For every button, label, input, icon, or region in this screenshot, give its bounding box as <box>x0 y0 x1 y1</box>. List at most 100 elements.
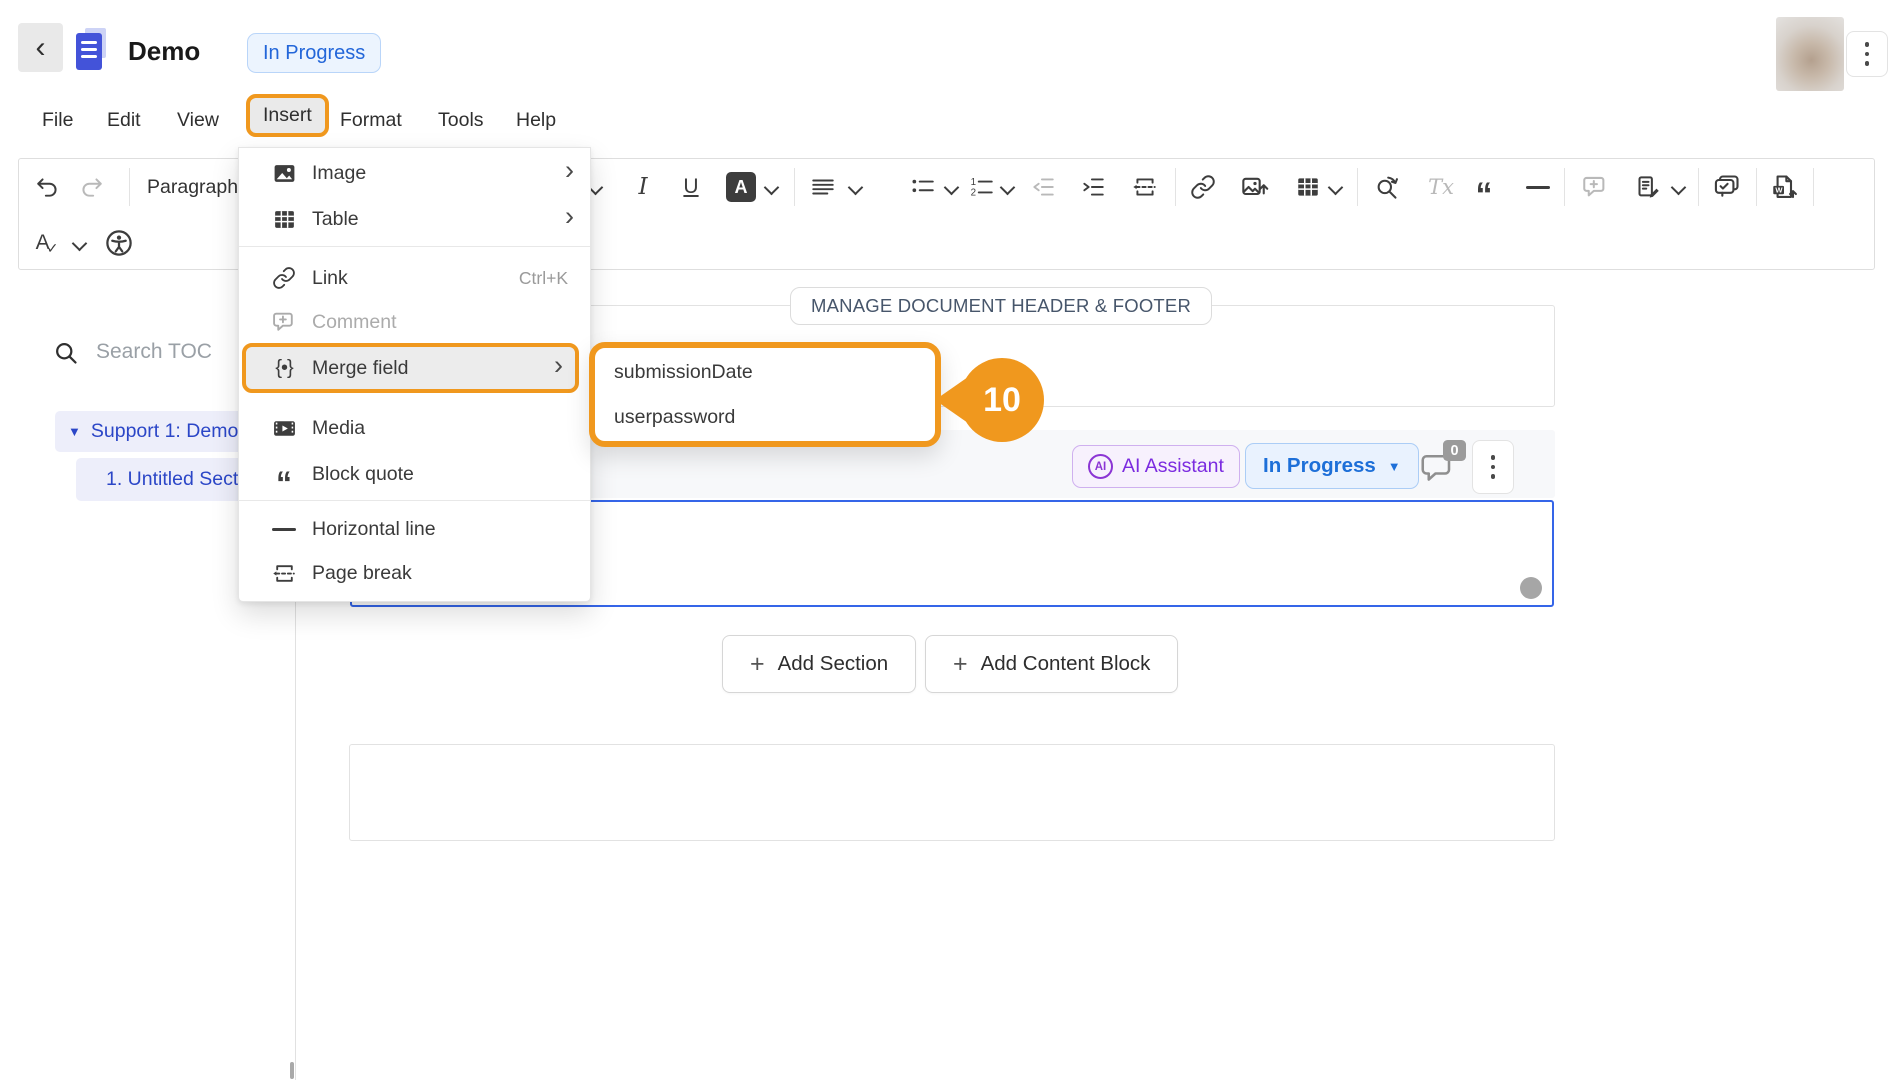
horizontal-line-icon <box>1526 186 1550 189</box>
document-footer-panel <box>349 744 1555 841</box>
document-icon-front-page <box>76 33 102 70</box>
block-quote-icon: “ <box>271 461 297 487</box>
insert-image-button[interactable] <box>1237 169 1273 205</box>
section-more-options-button[interactable] <box>1472 440 1514 494</box>
add-comment-icon <box>1582 174 1609 201</box>
bulleted-list-button[interactable] <box>905 169 941 205</box>
accessibility-icon <box>104 228 134 258</box>
word-import-icon: W <box>1770 173 1798 201</box>
align-chevron-icon[interactable] <box>848 180 864 196</box>
word-import-button[interactable]: W <box>1766 169 1802 205</box>
insert-menu-horizontal-line[interactable]: Horizontal line <box>239 506 590 552</box>
insert-table-button[interactable] <box>1290 169 1326 205</box>
font-style-chevron-icon[interactable] <box>72 236 88 252</box>
menu-edit[interactable]: Edit <box>107 109 141 132</box>
avatar[interactable] <box>1776 17 1844 91</box>
comment-plus-icon <box>271 309 297 335</box>
submenu-item-userpassword[interactable]: userpassword <box>595 395 935 440</box>
block-quote-button[interactable]: “ <box>1466 169 1502 205</box>
svg-text:1: 1 <box>971 177 976 188</box>
insert-table-chevron-icon[interactable] <box>1328 180 1344 196</box>
page-title: Demo <box>128 36 200 67</box>
outdent-button <box>1025 169 1061 205</box>
search-icon <box>53 340 80 367</box>
track-changes-chevron-icon[interactable] <box>1671 180 1687 196</box>
insert-menu-table[interactable]: Table › <box>239 196 590 242</box>
font-color-chevron-icon[interactable] <box>764 180 780 196</box>
align-justify-icon <box>810 174 836 200</box>
menu-insert[interactable]: Insert <box>246 94 329 137</box>
remove-format-button: Tx <box>1423 169 1459 205</box>
merge-field-submenu: submissionDate userpassword <box>589 342 941 447</box>
outdent-icon <box>1030 174 1056 200</box>
svg-text:2: 2 <box>971 188 976 199</box>
plus-icon: + <box>750 650 765 679</box>
toc-collapse-triangle-icon[interactable]: ▼ <box>68 424 81 439</box>
page-break-button[interactable] <box>1127 169 1163 205</box>
comments-archive-icon <box>1713 173 1741 201</box>
add-section-button[interactable]: + Add Section <box>722 635 916 693</box>
ai-assistant-button[interactable]: AI AI Assistant <box>1072 445 1240 488</box>
italic-button[interactable]: I <box>625 169 661 205</box>
back-button[interactable]: ‹ <box>18 23 63 72</box>
numbered-list-chevron-icon[interactable] <box>1000 180 1016 196</box>
font-color-icon: A <box>735 177 748 198</box>
redo-icon <box>78 174 104 200</box>
drag-handle-dot[interactable] <box>1520 577 1542 599</box>
font-color-button[interactable]: A <box>726 172 756 202</box>
find-replace-button[interactable] <box>1368 169 1404 205</box>
document-icon <box>76 28 108 72</box>
undo-button[interactable] <box>30 169 66 205</box>
comments-archive-button[interactable] <box>1709 169 1745 205</box>
page-break-icon <box>271 560 297 586</box>
add-content-block-button[interactable]: + Add Content Block <box>925 635 1178 693</box>
menu-view[interactable]: View <box>177 109 219 132</box>
bulleted-list-chevron-icon[interactable] <box>944 180 960 196</box>
insert-menu-block-quote[interactable]: “ Block quote <box>239 451 590 497</box>
menu-format[interactable]: Format <box>340 109 402 132</box>
sidebar-scrollbar[interactable] <box>290 1062 294 1079</box>
accessibility-button[interactable] <box>101 225 137 261</box>
menu-help[interactable]: Help <box>516 109 556 132</box>
indent-button[interactable] <box>1075 169 1111 205</box>
table-icon <box>1295 174 1321 200</box>
section-status-dropdown[interactable]: In Progress ▼ <box>1245 443 1419 489</box>
menu-file[interactable]: File <box>42 109 73 132</box>
font-style-check-button[interactable]: A ✓ <box>29 225 65 261</box>
submenu-arrow-icon: › <box>565 155 574 186</box>
submenu-arrow-icon: › <box>565 201 574 232</box>
bulleted-list-icon <box>910 174 936 200</box>
manage-header-footer-button[interactable]: MANAGE DOCUMENT HEADER & FOOTER <box>790 287 1212 325</box>
redo-button <box>73 169 109 205</box>
header-more-options-button[interactable] <box>1846 31 1888 77</box>
link-button[interactable] <box>1185 169 1221 205</box>
submenu-item-submission-date[interactable]: submissionDate <box>595 350 935 395</box>
underline-icon: U <box>683 175 698 199</box>
paragraph-style-dropdown[interactable]: Paragraph <box>147 176 238 199</box>
submenu-arrow-icon: › <box>554 350 563 381</box>
underline-button[interactable]: U <box>673 169 709 205</box>
remove-format-icon: Tx <box>1428 175 1454 199</box>
numbered-list-icon: 12 <box>969 174 995 200</box>
insert-menu-link[interactable]: Link Ctrl+K <box>239 255 590 301</box>
align-button[interactable] <box>805 169 841 205</box>
menu-tools[interactable]: Tools <box>438 109 484 132</box>
find-replace-icon <box>1373 174 1400 201</box>
track-changes-button[interactable] <box>1630 169 1666 205</box>
plus-icon: + <box>953 650 968 679</box>
horizontal-line-button[interactable] <box>1520 169 1556 205</box>
search-input[interactable] <box>94 339 248 365</box>
comment-count-badge: 0 <box>1443 440 1466 461</box>
check-icon: ✓ <box>47 240 59 257</box>
document-status-badge: In Progress <box>247 33 381 73</box>
back-chevron-icon: ‹ <box>36 31 46 65</box>
insert-menu-image[interactable]: Image › <box>239 150 590 196</box>
track-changes-icon <box>1635 174 1662 201</box>
image-icon <box>271 160 297 186</box>
insert-menu-comment: Comment <box>239 299 590 345</box>
numbered-list-button[interactable]: 12 <box>964 169 1000 205</box>
insert-menu-merge-field[interactable]: {•} Merge field › <box>242 343 579 393</box>
insert-menu-page-break[interactable]: Page break <box>239 550 590 596</box>
italic-icon: I <box>638 174 647 200</box>
insert-menu-media[interactable]: Media <box>239 405 590 451</box>
